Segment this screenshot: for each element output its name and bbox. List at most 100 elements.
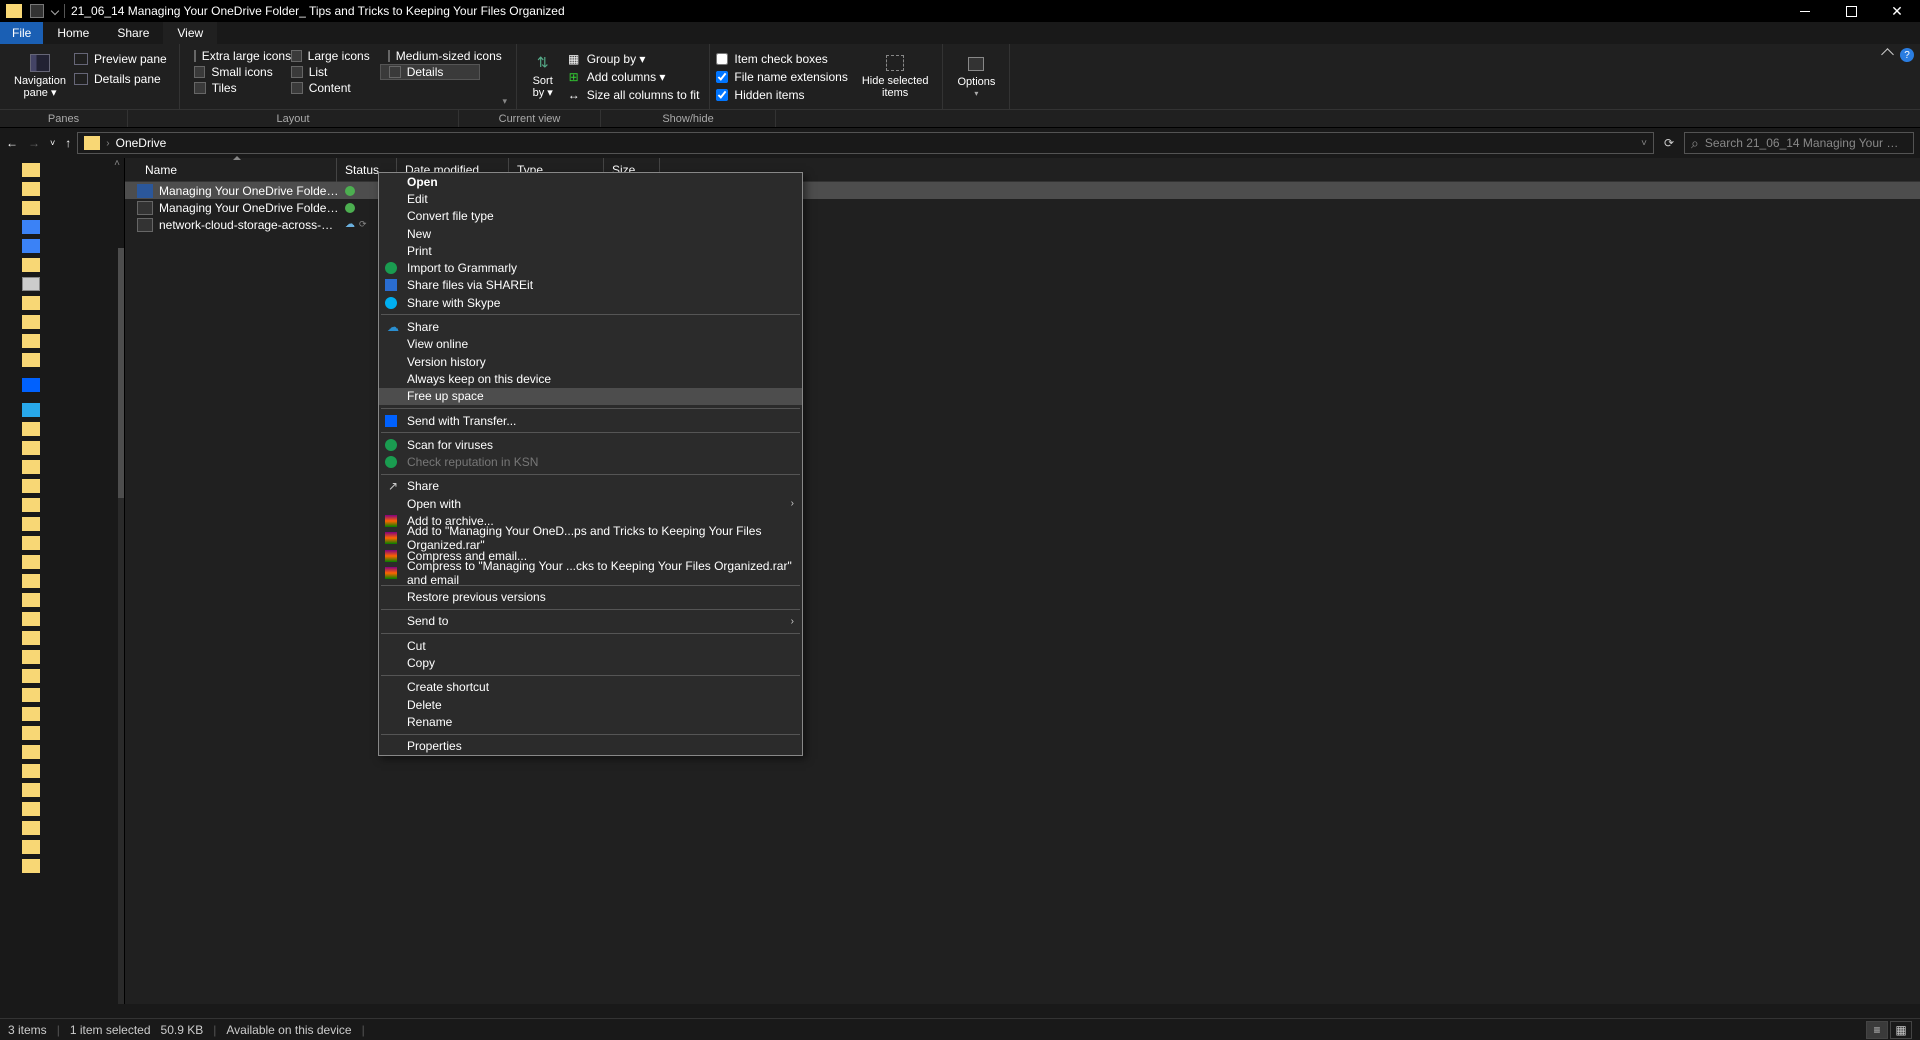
ctx-compress-to-email[interactable]: Compress to "Managing Your ...cks to Kee… <box>379 564 802 581</box>
details-view-button[interactable]: ≡ <box>1866 1021 1888 1039</box>
options-button[interactable]: Options ▾ <box>949 48 1003 104</box>
sort-asc-icon <box>233 156 241 160</box>
kaspersky-icon <box>385 456 397 468</box>
address-location[interactable]: OneDrive <box>116 136 167 150</box>
column-name[interactable]: Name <box>137 158 337 182</box>
ctx-skype[interactable]: Share with Skype <box>379 294 802 311</box>
address-row: ← → ˅ ↑ › OneDrive ˅ ⟳ Search 21_06_14 M… <box>0 128 1920 158</box>
details-pane-button[interactable]: Details pane <box>74 70 173 88</box>
synced-icon <box>345 203 355 213</box>
group-by-button[interactable]: ▦Group by ▾ <box>563 50 704 68</box>
share-icon <box>385 479 401 493</box>
item-checkboxes-toggle[interactable]: Item check boxes <box>716 50 853 68</box>
tab-home[interactable]: Home <box>43 22 103 44</box>
collapse-ribbon-icon[interactable] <box>1883 48 1892 62</box>
recent-locations-button[interactable]: ˅ <box>50 138 55 148</box>
ctx-share-onedrive[interactable]: ☁Share <box>379 318 802 335</box>
grammarly-icon <box>385 262 397 274</box>
back-button[interactable]: ← <box>6 136 18 150</box>
maximize-button[interactable] <box>1828 0 1874 22</box>
ctx-delete[interactable]: Delete <box>379 696 802 713</box>
cloud-only-icon: ☁ <box>345 219 355 230</box>
ctx-free-up-space[interactable]: Free up space <box>379 388 802 405</box>
layout-more-icon[interactable]: ▾ <box>500 48 510 107</box>
submenu-arrow-icon: › <box>791 498 794 509</box>
group-label-panes: Panes <box>0 110 128 127</box>
winrar-icon <box>385 550 397 562</box>
tree-scrollbar[interactable] <box>118 248 124 1004</box>
search-placeholder: Search 21_06_14 Managing Your OneDrive F… <box>1705 136 1907 150</box>
group-label-current-view: Current view <box>459 110 601 127</box>
layout-details[interactable]: Details <box>380 64 480 80</box>
filename-extensions-toggle[interactable]: File name extensions <box>716 68 853 86</box>
group-label-layout: Layout <box>128 110 459 127</box>
layout-list[interactable]: List <box>283 64 378 80</box>
winrar-icon <box>385 532 397 544</box>
kaspersky-icon <box>385 439 397 451</box>
layout-content[interactable]: Content <box>283 80 378 96</box>
group-label-show-hide: Show/hide <box>601 110 776 127</box>
ctx-shareit[interactable]: Share files via SHAREit <box>379 277 802 294</box>
add-columns-button[interactable]: ⊞Add columns ▾ <box>563 68 704 86</box>
ctx-new[interactable]: New <box>379 225 802 242</box>
ctx-version-history[interactable]: Version history <box>379 353 802 370</box>
ctx-cut[interactable]: Cut <box>379 637 802 654</box>
ctx-send-transfer[interactable]: Send with Transfer... <box>379 412 802 429</box>
preview-pane-button[interactable]: Preview pane <box>74 50 173 68</box>
ctx-view-online[interactable]: View online <box>379 336 802 353</box>
ctx-add-to-rar[interactable]: Add to "Managing Your OneD...ps and Tric… <box>379 530 802 547</box>
navigation-tree[interactable]: ˄ <box>0 158 125 1004</box>
chevron-right-icon[interactable]: › <box>106 138 109 149</box>
sort-by-button[interactable]: ⇅ Sort by ▾ <box>523 48 563 104</box>
hide-selected-button[interactable]: Hide selected items <box>854 48 937 104</box>
help-icon[interactable]: ? <box>1900 48 1914 62</box>
up-button[interactable]: ↑ <box>65 136 71 150</box>
ctx-convert-file-type[interactable]: Convert file type <box>379 208 802 225</box>
ctx-always-keep[interactable]: Always keep on this device <box>379 370 802 387</box>
winrar-icon <box>385 567 397 579</box>
ctx-send-to[interactable]: Send to› <box>379 613 802 630</box>
hidden-items-toggle[interactable]: Hidden items <box>716 86 853 104</box>
close-button[interactable] <box>1874 0 1920 22</box>
address-bar[interactable]: › OneDrive ˅ <box>77 132 1654 154</box>
layout-medium-icons[interactable]: Medium-sized icons <box>380 48 498 64</box>
forward-button[interactable]: → <box>28 136 40 150</box>
layout-tiles[interactable]: Tiles <box>186 80 281 96</box>
dropbox-icon <box>22 378 40 392</box>
ribbon: Navigation pane ▾ Preview pane Details p… <box>0 44 1920 110</box>
navigation-pane-button[interactable]: Navigation pane ▾ <box>6 48 74 104</box>
ctx-edit[interactable]: Edit <box>379 190 802 207</box>
minimize-button[interactable] <box>1782 0 1828 22</box>
search-box[interactable]: Search 21_06_14 Managing Your OneDrive F… <box>1684 132 1914 154</box>
thumbnails-view-button[interactable]: ▦ <box>1890 1021 1912 1039</box>
window-controls <box>1782 0 1920 22</box>
ctx-properties[interactable]: Properties <box>379 738 802 755</box>
ctx-open[interactable]: Open <box>379 173 802 190</box>
ctx-open-with[interactable]: Open with› <box>379 495 802 512</box>
tab-file[interactable]: File <box>0 22 43 44</box>
ctx-scan-viruses[interactable]: Scan for viruses <box>379 436 802 453</box>
ctx-create-shortcut[interactable]: Create shortcut <box>379 679 802 696</box>
status-selected: 1 item selected <box>70 1023 151 1037</box>
ctx-import-grammarly[interactable]: Import to Grammarly <box>379 259 802 276</box>
document-icon <box>30 4 44 18</box>
history-dropdown-icon[interactable]: ˅ <box>1641 138 1647 149</box>
tab-view[interactable]: View <box>163 22 217 44</box>
tab-share[interactable]: Share <box>103 22 163 44</box>
ctx-share[interactable]: Share <box>379 478 802 495</box>
refresh-button[interactable]: ⟳ <box>1660 136 1678 150</box>
size-columns-button[interactable]: ↔Size all columns to fit <box>563 86 704 104</box>
collapse-tree-icon[interactable]: ˄ <box>114 158 120 169</box>
layout-large-icons[interactable]: Large icons <box>283 48 378 64</box>
search-icon <box>1691 135 1699 152</box>
layout-small-icons[interactable]: Small icons <box>186 64 281 80</box>
ctx-copy[interactable]: Copy <box>379 654 802 671</box>
ctx-print[interactable]: Print <box>379 242 802 259</box>
layout-extra-large-icons[interactable]: Extra large icons <box>186 48 281 64</box>
synced-icon <box>345 186 355 196</box>
status-availability: Available on this device <box>226 1023 351 1037</box>
ctx-restore-previous[interactable]: Restore previous versions <box>379 589 802 606</box>
qat-dropdown-icon[interactable] <box>51 7 59 15</box>
ctx-rename[interactable]: Rename <box>379 713 802 730</box>
ribbon-group-labels: Panes Layout Current view Show/hide <box>0 110 1920 128</box>
